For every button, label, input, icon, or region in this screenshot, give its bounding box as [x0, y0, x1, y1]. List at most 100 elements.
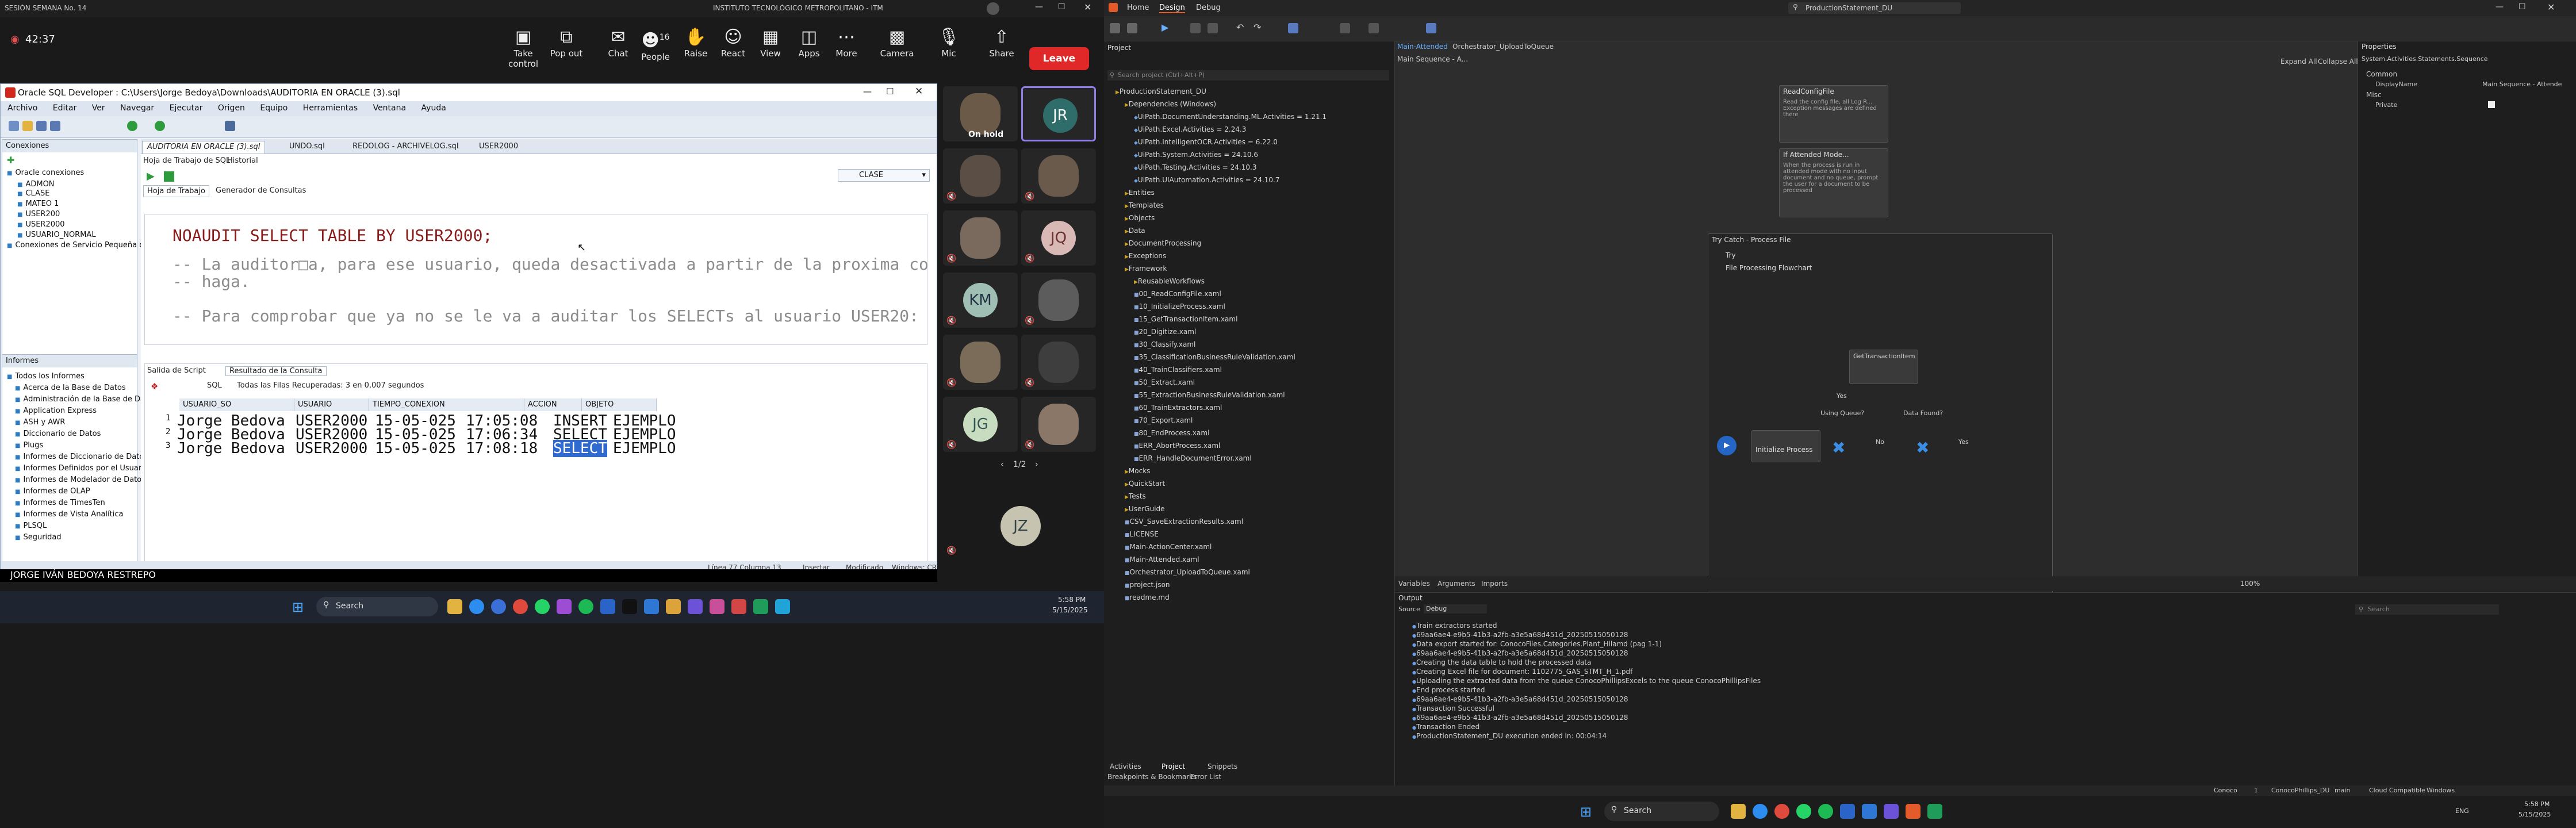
tree-item[interactable]: Seguridad: [15, 533, 61, 542]
app-icon[interactable]: [710, 599, 724, 614]
more-button[interactable]: ⋯ More: [823, 26, 869, 59]
onenote-icon[interactable]: [688, 599, 703, 614]
tree-item[interactable]: PLSQL: [15, 522, 47, 530]
maximize-icon[interactable]: ☐: [886, 86, 894, 97]
forward-icon[interactable]: [155, 121, 165, 131]
tab-orchestrator-upload[interactable]: Orchestrator_UploadToQueue: [1452, 43, 1554, 51]
recorder-icon[interactable]: [1340, 23, 1350, 33]
browser-icon[interactable]: [491, 599, 506, 614]
excel-icon[interactable]: [753, 599, 768, 614]
project-file[interactable]: 50_Extract.xaml: [1134, 378, 1195, 386]
project-folder[interactable]: ReusableWorkflows: [1134, 277, 1205, 285]
participant-tile[interactable]: 🔇: [1021, 148, 1096, 204]
onenote-icon[interactable]: [1884, 804, 1899, 819]
prop-display-name-input[interactable]: Main Sequence - Attende: [2482, 80, 2574, 88]
run-script-icon[interactable]: [164, 171, 174, 182]
app-icon[interactable]: [775, 599, 790, 614]
tab-project[interactable]: Project: [1162, 762, 1185, 770]
decision-icon[interactable]: ✖: [1916, 438, 1929, 457]
project-folder[interactable]: Tests: [1125, 492, 1146, 500]
project-folder[interactable]: Data: [1125, 227, 1145, 235]
publish-icon[interactable]: [1426, 23, 1436, 33]
tab-user2000[interactable]: USER2000: [474, 141, 523, 154]
dependency-item[interactable]: UiPath.UIAutomation.Activities = 24.10.7: [1134, 176, 1280, 184]
collapse-all-button[interactable]: Collapse All: [2318, 57, 2358, 66]
participant-tile[interactable]: 🔇: [943, 210, 1018, 266]
project-file[interactable]: ERR_HandleDocumentError.xaml: [1134, 454, 1252, 462]
close-icon[interactable]: ✕: [1084, 2, 1091, 13]
edge-icon[interactable]: [1753, 804, 1768, 819]
run-statement-icon[interactable]: ▶: [147, 170, 155, 182]
ribbon-tab-home[interactable]: Home: [1127, 3, 1149, 12]
menu-origen[interactable]: Origen: [218, 103, 245, 113]
output-line[interactable]: 69aa6ae4-e9b5-41b3-a2fb-a3e5a68d451d_202…: [1412, 695, 1628, 703]
people-button[interactable]: ☻16 People: [632, 26, 678, 62]
copy-icon[interactable]: [1190, 23, 1201, 33]
participant-tile[interactable]: On hold: [943, 86, 1018, 141]
sql-editor[interactable]: NOAUDIT SELECT TABLE BY USER2000; -- La …: [144, 214, 929, 345]
output-line[interactable]: 69aa6ae4-e9b5-41b3-a2fb-a3e5a68d451d_202…: [1412, 649, 1628, 657]
output-line[interactable]: Data export started for: ConocoFiles.Cat…: [1412, 640, 1662, 648]
tree-item[interactable]: Informes de Modelador de Datos: [15, 476, 145, 484]
chrome-icon[interactable]: [513, 599, 528, 614]
dependency-item[interactable]: UiPath.Excel.Activities = 2.24.3: [1134, 125, 1247, 133]
project-file[interactable]: 20_Digitize.xaml: [1134, 328, 1197, 336]
redo-icon[interactable]: ↷: [1254, 22, 1261, 33]
activity-get-transaction[interactable]: GetTransactionItem: [1849, 350, 1918, 384]
project-file[interactable]: CSV_SaveExtractionResults.xaml: [1125, 518, 1244, 526]
uipath-icon[interactable]: [1906, 804, 1920, 819]
participant-tile[interactable]: JR: [1021, 86, 1096, 141]
tree-item[interactable]: Informes de Diccionario de Datos: [15, 453, 148, 461]
project-file[interactable]: 30_Classify.xaml: [1134, 340, 1196, 348]
avatar[interactable]: [987, 2, 999, 15]
tree-item[interactable]: Informes de Vista Analítica: [15, 510, 123, 519]
output-line[interactable]: 69aa6ae4-e9b5-41b3-a2fb-a3e5a68d451d_202…: [1412, 631, 1628, 639]
tab-worksheet[interactable]: Hoja de Trabajo: [143, 185, 209, 197]
activity-initialize-process[interactable]: Initialize Process: [1751, 430, 1820, 462]
participant-tile[interactable]: 🔇: [943, 148, 1018, 204]
dependency-item[interactable]: UiPath.System.Activities = 24.10.6: [1134, 151, 1258, 159]
prop-private-checkbox[interactable]: [2488, 101, 2495, 108]
file-explorer-icon[interactable]: [1731, 804, 1746, 819]
table-extraction-icon[interactable]: [1368, 23, 1379, 33]
tree-item[interactable]: Application Express: [15, 407, 97, 415]
project-file[interactable]: LICENSE: [1125, 530, 1159, 538]
tree-item[interactable]: Acerca de la Base de Datos: [15, 384, 125, 392]
tab-sql-worksheet[interactable]: Hoja de Trabajo de SQL: [143, 156, 230, 165]
tab-snippets[interactable]: Snippets: [1208, 762, 1237, 770]
project-folder[interactable]: DocumentProcessing: [1125, 239, 1201, 247]
taskbar-search[interactable]: ⚲ Search: [316, 597, 438, 616]
project-file[interactable]: Main-ActionCenter.xaml: [1125, 543, 1212, 551]
zoom-level[interactable]: 100%: [2240, 580, 2260, 588]
minimize-icon[interactable]: —: [863, 86, 872, 97]
save-icon[interactable]: [36, 121, 47, 131]
whatsapp-icon[interactable]: [535, 599, 550, 614]
participant-tile[interactable]: JQ 🔇: [1021, 210, 1096, 266]
project-file[interactable]: Main-Attended.xaml: [1125, 555, 1199, 564]
output-search[interactable]: ⚲ Search: [2355, 604, 2499, 615]
tab-history[interactable]: Historial: [227, 156, 258, 165]
app-icon[interactable]: [557, 599, 572, 614]
column-header[interactable]: TIEMPO_CONEXION: [369, 398, 524, 411]
project-file[interactable]: ERR_AbortProcess.xaml: [1134, 442, 1221, 450]
teams-icon[interactable]: [600, 599, 615, 614]
project-file[interactable]: 55_ExtractionBusinessRuleValidation.xaml: [1134, 391, 1285, 399]
save-icon[interactable]: [1127, 23, 1137, 33]
windows-start-icon[interactable]: ⊞: [292, 599, 304, 615]
status-repo[interactable]: ConocoPhillips_DU: [2271, 787, 2329, 794]
project-folder[interactable]: Dependencies (Windows): [1125, 100, 1216, 108]
whatsapp-icon[interactable]: [1796, 804, 1811, 819]
pin-icon[interactable]: ❖: [151, 381, 158, 392]
prop-section-misc[interactable]: Misc: [2366, 91, 2382, 99]
take-control-button[interactable]: ▣ Take control: [500, 26, 546, 69]
project-title-search[interactable]: ⚲ ProductionStatement_DU: [1788, 2, 1961, 14]
expand-all-button[interactable]: Expand All: [2280, 57, 2317, 66]
paste-icon[interactable]: [1208, 23, 1218, 33]
output-line[interactable]: ProductionStatement_DU execution ended i…: [1412, 732, 1607, 740]
excel-icon[interactable]: [1927, 804, 1942, 819]
sql-label[interactable]: SQL: [207, 381, 222, 390]
menu-ventana[interactable]: Ventana: [373, 103, 407, 113]
output-line[interactable]: 69aa6ae4-e9b5-41b3-a2fb-a3e5a68d451d_202…: [1412, 714, 1628, 722]
tree-item[interactable]: Diccionario de Datos: [15, 430, 101, 438]
project-file[interactable]: 35_ClassificationBusinessRuleValidation.…: [1134, 353, 1295, 361]
